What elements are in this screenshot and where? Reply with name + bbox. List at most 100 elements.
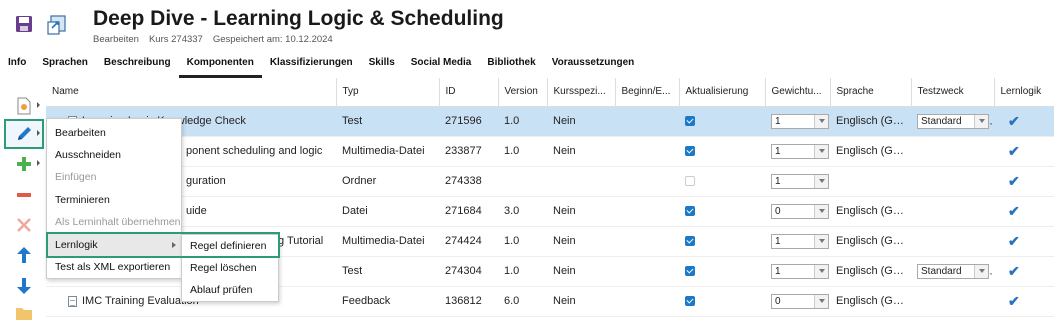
submenu-item-regel-definieren[interactable]: Regel definieren: [182, 235, 278, 257]
cell-sprache: [830, 166, 911, 197]
chevron-down-icon: [974, 264, 988, 278]
col-name[interactable]: Name: [46, 78, 336, 107]
plus-icon: [17, 157, 31, 171]
cell-testzweck: [911, 166, 994, 197]
testzweck-select[interactable]: Standard: [917, 263, 989, 279]
export-icon[interactable]: [46, 14, 68, 36]
menu-item-bearbeiten[interactable]: Bearbeiten: [47, 122, 181, 144]
checkmark-icon: ✔: [1008, 172, 1020, 189]
tab-bar: Info Sprachen Beschreibung Komponenten K…: [0, 54, 642, 78]
aktualisierung-checkbox[interactable]: [685, 116, 695, 127]
submenu-item-regel-loeschen[interactable]: Regel löschen: [182, 257, 278, 279]
menu-item-einfuegen: Einfügen: [55, 171, 97, 183]
cell-version: 1.0: [498, 226, 547, 257]
menu-item-ausschneiden[interactable]: Ausschneiden: [47, 144, 181, 166]
menu-item-terminieren[interactable]: Terminieren: [47, 189, 181, 211]
col-sprache[interactable]: Sprache: [829, 78, 911, 107]
aktualisierung-checkbox[interactable]: [685, 266, 695, 277]
cell-typ: Multimedia-Datei: [336, 136, 439, 167]
save-icon[interactable]: [14, 14, 34, 34]
aktualisierung-checkbox[interactable]: [685, 146, 695, 157]
col-typ[interactable]: Typ: [335, 78, 439, 107]
cell-typ: Datei: [336, 196, 439, 227]
folder-button[interactable]: [6, 304, 42, 320]
menu-item-lernlogik-label: Lernlogik: [55, 239, 98, 251]
table-row[interactable]: guration Ordner 274338 1 ✔: [46, 166, 1054, 197]
tab-komponenten[interactable]: Komponenten: [178, 54, 262, 78]
cell-beginn: [615, 136, 679, 167]
page: Deep Dive - Learning Logic & Scheduling …: [0, 0, 1054, 321]
gewichtung-select[interactable]: 0: [771, 293, 829, 309]
gewichtung-select[interactable]: 1: [771, 113, 829, 129]
col-kursspezifisch[interactable]: Kursspezi...: [546, 78, 615, 107]
edit-button[interactable]: [4, 119, 44, 149]
testzweck-select[interactable]: Standard: [917, 113, 989, 129]
checkmark-icon: ✔: [1008, 142, 1020, 159]
col-version[interactable]: Version: [497, 78, 547, 107]
cell-typ: Feedback: [336, 286, 439, 317]
submenu-item-ablauf-pruefen[interactable]: Ablauf prüfen: [182, 279, 278, 301]
tab-klassifizierungen[interactable]: Klassifizierungen: [262, 54, 361, 78]
new-component-button[interactable]: [6, 93, 42, 119]
col-lernlogik[interactable]: Lernlogik: [993, 78, 1054, 107]
cell-id: 274424: [439, 226, 498, 257]
tab-bibliothek[interactable]: Bibliothek: [479, 54, 543, 78]
table-row[interactable]: ponent scheduling and logic Multimedia-D…: [46, 136, 1054, 167]
cell-kurs: Nein: [547, 106, 615, 137]
delete-button[interactable]: [6, 212, 42, 238]
table-row[interactable]: Learning Logic Knowledge Check Test 2715…: [46, 106, 1054, 137]
cell-name: guration: [186, 175, 226, 187]
tab-social-media[interactable]: Social Media: [403, 54, 480, 78]
table-row[interactable]: uide Datei 271684 3.0 Nein 0 Englisch (G…: [46, 196, 1054, 227]
aktualisierung-checkbox[interactable]: [685, 206, 695, 217]
tab-voraussetzungen[interactable]: Voraussetzungen: [544, 54, 643, 78]
gewichtung-select[interactable]: 1: [771, 233, 829, 249]
cell-testzweck: [911, 226, 994, 257]
col-testzweck[interactable]: Testzweck: [910, 78, 994, 107]
arrow-up-icon: [17, 247, 31, 263]
col-gewichtung[interactable]: Gewichtu...: [764, 78, 830, 107]
aktualisierung-checkbox[interactable]: [685, 176, 695, 187]
chevron-down-icon: [814, 204, 828, 218]
cell-typ: Ordner: [336, 166, 439, 197]
cell-beginn: [615, 256, 679, 287]
cell-beginn: [615, 106, 679, 137]
move-down-button[interactable]: [6, 273, 42, 299]
chevron-right-icon: [172, 242, 176, 248]
aktualisierung-checkbox[interactable]: [685, 296, 695, 307]
tab-sprachen[interactable]: Sprachen: [34, 54, 96, 78]
tab-beschreibung[interactable]: Beschreibung: [96, 54, 179, 78]
cell-version: 1.0: [498, 106, 547, 137]
cell-id: 274304: [439, 256, 498, 287]
menu-item-lernlogik[interactable]: Lernlogik: [47, 234, 181, 256]
col-beginn-ende[interactable]: Beginn/E...: [614, 78, 679, 107]
tab-skills[interactable]: Skills: [361, 54, 403, 78]
pencil-icon: [18, 127, 31, 140]
add-button[interactable]: [6, 151, 42, 177]
cell-sprache: Englisch (GB...: [830, 286, 911, 317]
cell-kurs: Nein: [547, 136, 615, 167]
gewichtung-select[interactable]: 1: [771, 263, 829, 279]
close-icon: [17, 218, 31, 232]
cell-kurs: Nein: [547, 196, 615, 227]
col-aktualisierung[interactable]: Aktualisierung: [678, 78, 765, 107]
cell-name: uide: [186, 205, 207, 217]
col-id[interactable]: ID: [438, 78, 498, 107]
move-up-button[interactable]: [6, 242, 42, 268]
cell-kurs: Nein: [547, 256, 615, 287]
gewichtung-select[interactable]: 1: [771, 173, 829, 189]
menu-item-xml-export[interactable]: Test als XML exportieren: [47, 256, 181, 278]
tab-info[interactable]: Info: [0, 54, 34, 78]
gewichtung-select[interactable]: 1: [771, 143, 829, 159]
aktualisierung-checkbox[interactable]: [685, 236, 695, 247]
left-toolbar: [0, 78, 46, 321]
checkmark-icon: ✔: [1008, 262, 1020, 279]
cell-id: 271596: [439, 106, 498, 137]
remove-button[interactable]: [6, 182, 42, 208]
chevron-down-icon: [814, 144, 828, 158]
chevron-down-icon: [814, 114, 828, 128]
cell-version: 3.0: [498, 196, 547, 227]
chevron-down-icon: [814, 294, 828, 308]
header-meta: Bearbeiten Kurs 274337 Gespeichert am: 1…: [93, 34, 333, 45]
gewichtung-select[interactable]: 0: [771, 203, 829, 219]
